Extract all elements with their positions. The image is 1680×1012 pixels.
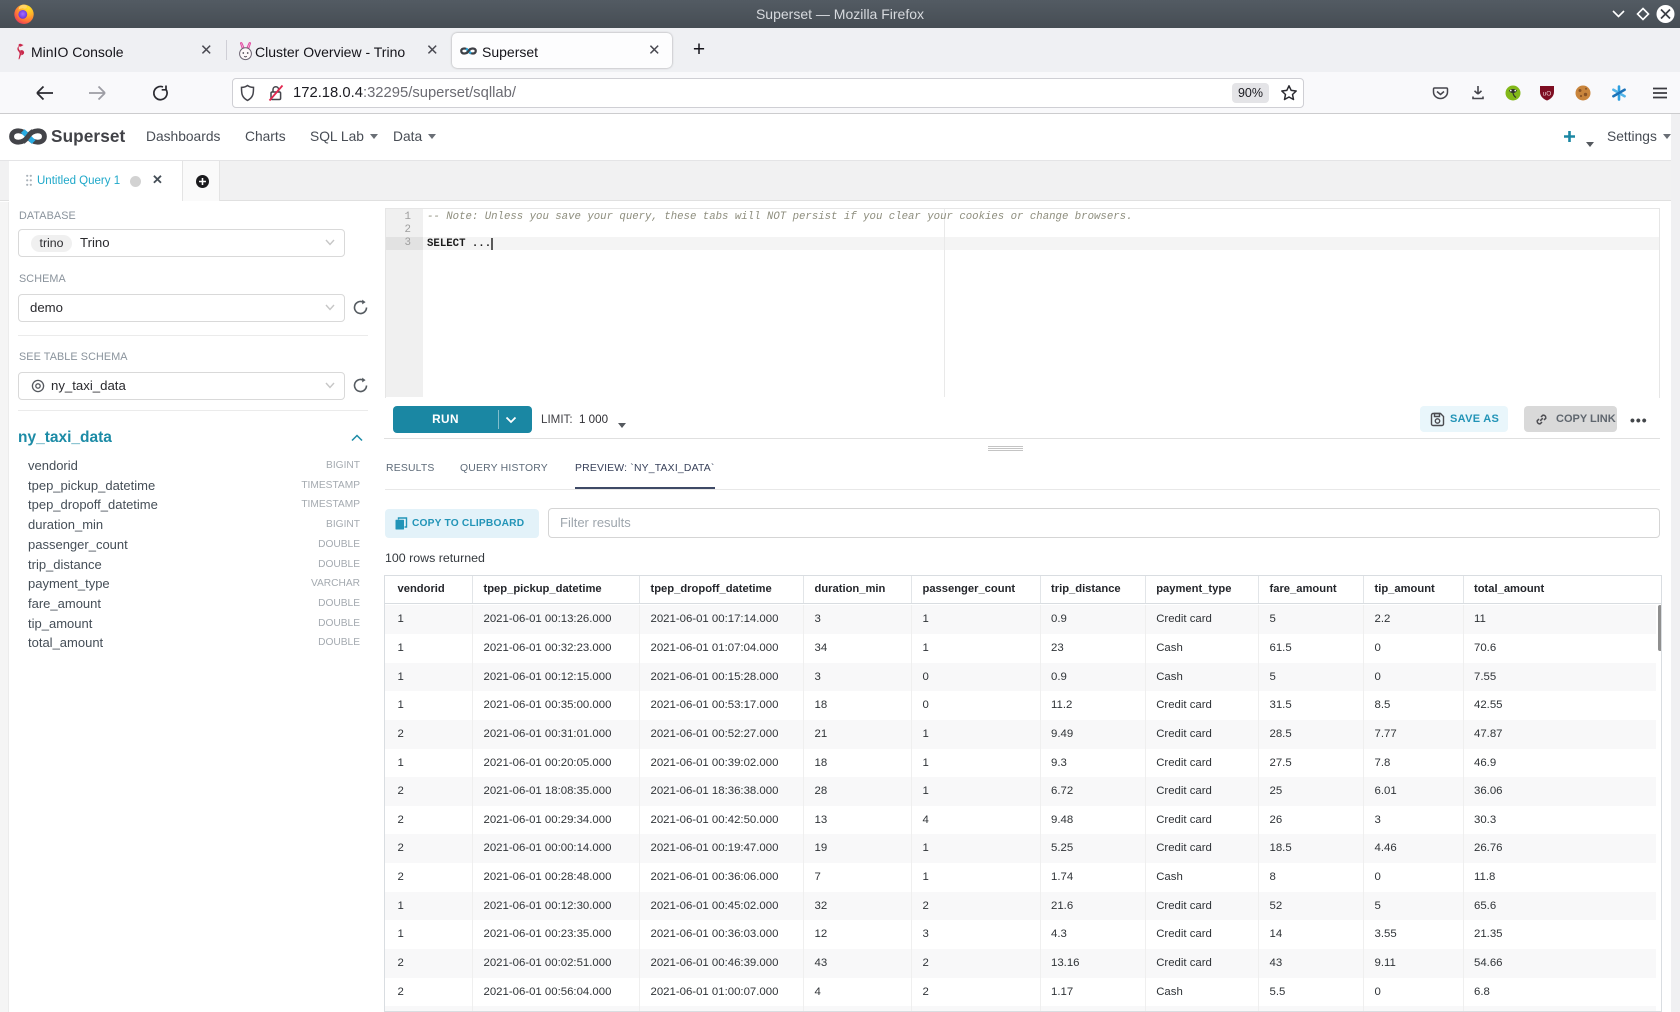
svg-text:uO: uO (1543, 91, 1552, 98)
